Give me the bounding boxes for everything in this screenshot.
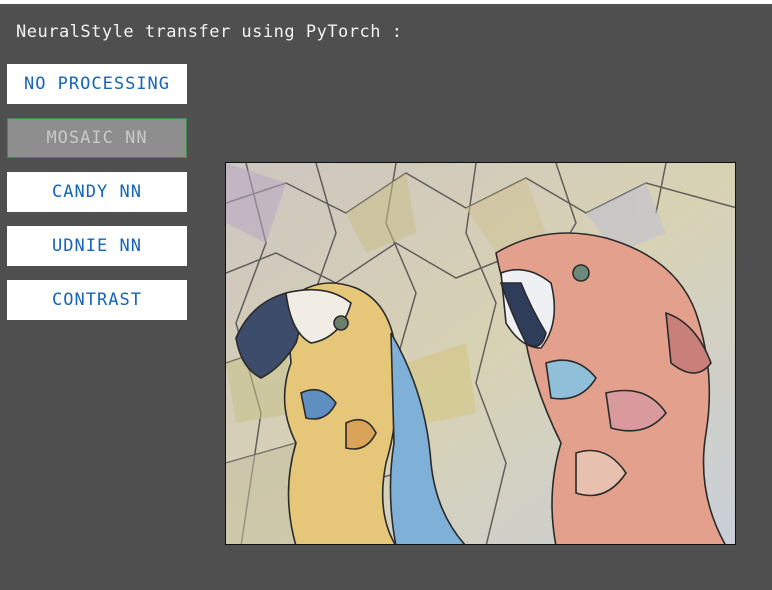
parrots-mosaic-image	[226, 163, 735, 544]
udnie-nn-button[interactable]: UDNIE NN	[7, 226, 187, 266]
no-processing-button[interactable]: NO PROCESSING	[7, 64, 187, 104]
app-window: NeuralStyle transfer using PyTorch : NO …	[0, 4, 772, 590]
window-title: NeuralStyle transfer using PyTorch :	[16, 22, 403, 42]
candy-nn-button[interactable]: CANDY NN	[7, 172, 187, 212]
stylized-image	[225, 162, 736, 545]
mosaic-nn-button[interactable]: MOSAIC NN	[7, 118, 187, 158]
contrast-button[interactable]: CONTRAST	[7, 280, 187, 320]
